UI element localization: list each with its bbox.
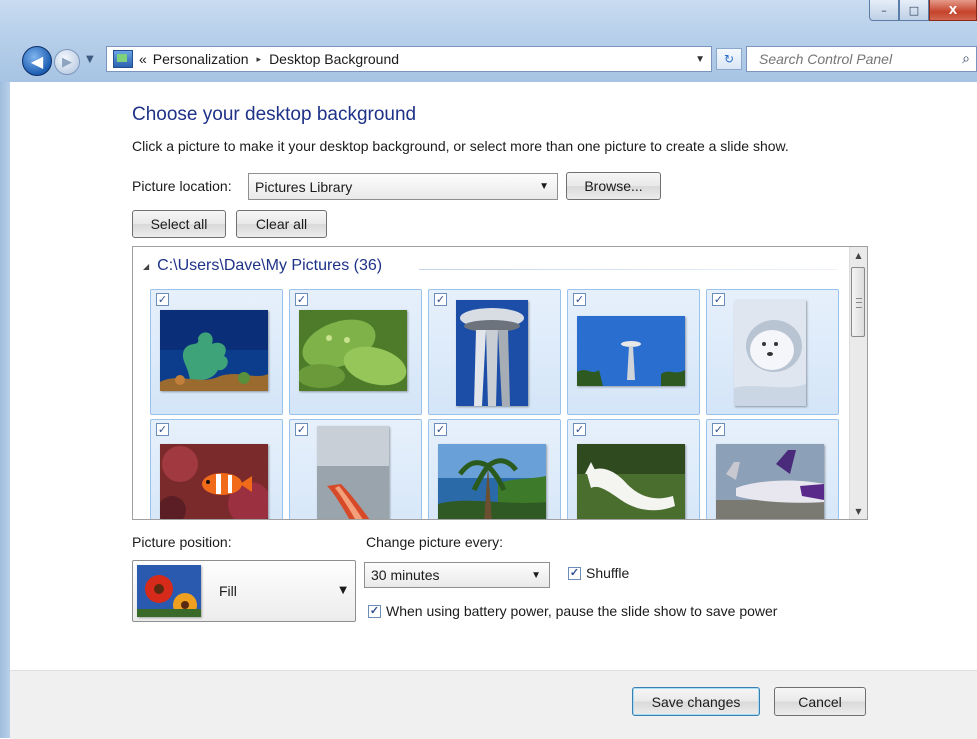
picture-gallery[interactable]: ◢ C:\Users\Dave\My Pictures (36) ✓ ✓ ✓ ✓…	[132, 246, 868, 520]
thumbnail-red-kayak	[317, 426, 389, 519]
picture-checkbox[interactable]: ✓	[434, 423, 447, 436]
picture-tile[interactable]: ✓	[428, 289, 561, 415]
address-bar[interactable]: « Personalization ▸ Desktop Background ▼	[106, 46, 712, 72]
picture-location-value: Pictures Library	[255, 178, 353, 195]
thumbnail-clownfish	[158, 444, 272, 519]
gallery-group-header[interactable]: ◢ C:\Users\Dave\My Pictures (36)	[143, 257, 382, 275]
window-controls: – □ X	[869, 0, 977, 22]
search-input[interactable]	[757, 50, 951, 68]
scrollbar-thumb[interactable]	[851, 267, 865, 337]
thumbnail-space-needle-sky	[577, 316, 685, 386]
picture-tile[interactable]: ✓	[706, 419, 839, 519]
position-preview-image	[137, 565, 201, 617]
chevron-down-icon: ▼	[86, 54, 94, 65]
picture-position-label: Picture position:	[132, 534, 232, 550]
picture-tile[interactable]: ✓	[706, 289, 839, 415]
forward-button[interactable]: ▶	[54, 49, 80, 75]
window: – □ X ◀ ▶ ▼ « Personalization ▸ Desktop …	[0, 0, 977, 739]
navigation-bar: ◀ ▶ ▼ « Personalization ▸ Desktop Backgr…	[10, 44, 977, 76]
picture-checkbox[interactable]: ✓	[573, 293, 586, 306]
picture-position-select[interactable]: Fill ▼	[132, 560, 356, 622]
picture-location-select[interactable]: Pictures Library ▼	[248, 173, 558, 200]
search-box[interactable]: ⌕	[746, 46, 977, 72]
thumbnail-underwater-seaweed	[160, 310, 268, 391]
content-area: Choose your desktop background Click a p…	[10, 82, 977, 670]
footer-bar: Save changes Cancel	[10, 670, 977, 739]
recent-pages-button[interactable]: ▼	[86, 54, 94, 65]
thumbnail-airplanes-tarmac	[716, 444, 824, 519]
gallery-scrollbar[interactable]: ▲ ▼	[849, 247, 867, 519]
picture-checkbox[interactable]: ✓	[295, 423, 308, 436]
breadcrumb-personalization[interactable]: Personalization	[153, 51, 249, 67]
picture-tile[interactable]: ✓	[150, 289, 283, 415]
save-changes-button[interactable]: Save changes	[632, 687, 760, 716]
page-title: Choose your desktop background	[132, 104, 417, 125]
picture-checkbox[interactable]: ✓	[712, 293, 725, 306]
minimize-button[interactable]: –	[869, 0, 899, 21]
battery-pause-label: When using battery power, pause the slid…	[386, 603, 778, 619]
picture-tile[interactable]: ✓	[150, 419, 283, 519]
group-divider	[419, 269, 837, 270]
picture-position-value: Fill	[219, 583, 237, 599]
picture-tile[interactable]: ✓	[428, 419, 561, 519]
shuffle-checkbox[interactable]: ✓ Shuffle	[568, 565, 629, 581]
cancel-button[interactable]: Cancel	[774, 687, 866, 716]
thumbnail-white-dog-snow	[734, 300, 806, 406]
picture-tile[interactable]: ✓	[567, 289, 700, 415]
chevron-down-icon: ▼	[531, 569, 541, 581]
picture-location-label: Picture location:	[132, 178, 232, 194]
picture-checkbox[interactable]: ✓	[573, 423, 586, 436]
change-interval-value: 30 minutes	[371, 567, 440, 583]
shuffle-label: Shuffle	[586, 565, 630, 581]
search-icon[interactable]: ⌕	[962, 51, 970, 67]
breadcrumb-overflow[interactable]: «	[139, 51, 147, 67]
maximize-button[interactable]: □	[899, 0, 929, 21]
refresh-button[interactable]: ↻	[716, 48, 742, 70]
change-interval-label: Change picture every:	[366, 534, 503, 550]
title-bar: – □ X ◀ ▶ ▼ « Personalization ▸ Desktop …	[0, 0, 977, 82]
checkbox-check-icon: ✓	[568, 566, 581, 580]
close-button[interactable]: X	[929, 0, 977, 21]
picture-tile[interactable]: ✓	[289, 289, 422, 415]
browse-button[interactable]: Browse...	[566, 172, 661, 200]
chevron-down-icon: ▼	[339, 585, 347, 596]
window-left-border	[0, 82, 10, 738]
breadcrumb-desktop-background[interactable]: Desktop Background	[269, 51, 399, 67]
thumbnail-white-dog-stretching	[577, 444, 685, 519]
control-panel-icon	[113, 50, 133, 68]
collapse-triangle-icon[interactable]: ◢	[143, 262, 149, 271]
picture-tile[interactable]: ✓	[567, 419, 700, 519]
page-description: Click a picture to make it your desktop …	[132, 138, 789, 154]
thumbnail-space-needle-closeup	[456, 300, 528, 406]
picture-tile[interactable]: ✓	[289, 419, 422, 519]
breadcrumb-separator-icon[interactable]: ▸	[257, 54, 262, 65]
gallery-group-title: C:\Users\Dave\My Pictures (36)	[157, 257, 383, 274]
select-all-button[interactable]: Select all	[132, 210, 226, 238]
chevron-down-icon: ▼	[539, 181, 549, 192]
clear-all-button[interactable]: Clear all	[236, 210, 327, 238]
change-interval-select[interactable]: 30 minutes ▼	[364, 562, 550, 588]
picture-checkbox[interactable]: ✓	[156, 423, 169, 436]
arrow-left-icon: ◀	[30, 51, 44, 71]
scroll-down-icon[interactable]: ▼	[850, 503, 867, 519]
thumbnail-green-leaves	[297, 310, 407, 391]
picture-checkbox[interactable]: ✓	[434, 293, 447, 306]
picture-checkbox[interactable]: ✓	[295, 293, 308, 306]
scroll-up-icon[interactable]: ▲	[850, 247, 867, 263]
battery-pause-checkbox[interactable]: ✓ When using battery power, pause the sl…	[368, 603, 777, 619]
back-button[interactable]: ◀	[22, 46, 52, 76]
picture-checkbox[interactable]: ✓	[156, 293, 169, 306]
grip-icon	[856, 298, 862, 308]
arrow-right-icon: ▶	[62, 54, 72, 70]
checkbox-check-icon: ✓	[368, 604, 381, 618]
picture-checkbox[interactable]: ✓	[712, 423, 725, 436]
address-dropdown-icon[interactable]: ▼	[695, 54, 705, 65]
refresh-icon: ↻	[723, 52, 735, 66]
thumbnail-palm-tree-coast	[438, 444, 546, 519]
